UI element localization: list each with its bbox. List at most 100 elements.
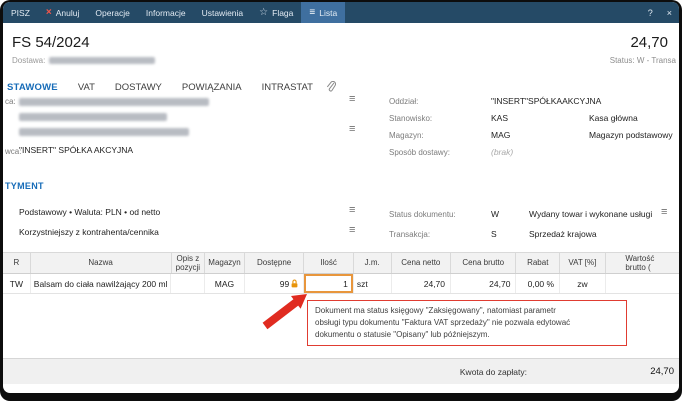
toolbar-cancel-button[interactable]: × Anuluj — [38, 2, 87, 23]
toolbar-information-label: Informacje — [146, 8, 186, 18]
cell-warehouse[interactable]: MAG — [205, 274, 245, 293]
help-button[interactable]: ? — [641, 2, 660, 23]
tab-podstawowe[interactable]: STAWOWE — [3, 82, 68, 93]
window-content: PISZ × Anuluj Operacje Informacje Ustawi… — [3, 2, 679, 393]
toolbar-save-button[interactable]: PISZ — [3, 2, 38, 23]
tooltip-line-2: obsługi typu dokumentu "Faktura VAT sprz… — [315, 317, 619, 329]
toolbar-list-button[interactable]: ≡ Lista — [301, 2, 345, 23]
cell-name[interactable]: Balsam do ciała nawilżający 200 ml — [31, 274, 172, 293]
customer-dropdown-icon[interactable]: ≡ — [349, 94, 355, 105]
document-status-code[interactable]: W — [491, 209, 499, 219]
column-header-description[interactable]: Opis z pozycji — [172, 253, 206, 273]
available-value: 99 — [280, 279, 289, 289]
cell-description[interactable] — [171, 274, 205, 293]
document-status: Status: W - Transa — [610, 56, 676, 65]
footer-bar: Kwota do zapłaty: 24,70 — [3, 358, 679, 384]
transaction-code[interactable]: S — [491, 229, 497, 239]
amount-due-label: Kwota do zapłaty: — [460, 367, 527, 377]
column-header-vat[interactable]: VAT [%] — [560, 253, 606, 273]
cell-net-price[interactable]: 24,70 — [392, 274, 451, 293]
toolbar-operations-menu[interactable]: Operacje — [87, 2, 138, 23]
lock-icon — [291, 279, 298, 288]
customer-label: ca: — [5, 97, 16, 106]
toolbar-save-label: PISZ — [11, 8, 30, 18]
toolbar-operations-label: Operacje — [95, 8, 130, 18]
flag-star-icon: ☆ — [259, 7, 268, 18]
address-field-redacted[interactable] — [19, 113, 167, 121]
annotation-arrow — [259, 292, 311, 334]
close-icon: × — [667, 8, 672, 18]
toolbar-information-menu[interactable]: Informacje — [138, 2, 194, 23]
document-title: FS 54/2024 — [12, 34, 90, 51]
cancel-x-icon: × — [46, 7, 52, 18]
quantity-value: 1 — [343, 279, 348, 289]
warehouse-name[interactable]: Magazyn podstawowy — [589, 130, 673, 140]
delivery-label: Dostawa: — [12, 56, 45, 65]
section-title-asortyment: TYMENT — [5, 181, 44, 191]
list-icon: ≡ — [309, 7, 315, 18]
pricing-dropdown[interactable]: Podstawowy • Waluta: PLN • od netto — [19, 207, 160, 217]
column-header-unit[interactable]: J.m. — [354, 253, 392, 273]
tab-powiazania[interactable]: POWIĄZANIA — [172, 82, 252, 93]
toolbar-settings-menu[interactable]: Ustawienia — [194, 2, 252, 23]
column-header-quantity[interactable]: Ilość — [304, 253, 354, 273]
document-header: FS 54/2024 24,70 Dostawa: Status: W - Tr… — [3, 23, 679, 78]
branch-value[interactable]: "INSERT"SPÓŁKAAKCYJNA — [491, 96, 601, 106]
delivery-method-value[interactable]: (brak) — [491, 147, 513, 157]
help-icon: ? — [648, 8, 653, 18]
column-header-available[interactable]: Dostępne — [245, 253, 304, 273]
cell-type[interactable]: TW — [3, 274, 31, 293]
amount-due-value: 24,70 — [650, 366, 674, 377]
app-window: PISZ × Anuluj Operacje Informacje Ustawi… — [0, 0, 682, 401]
transaction-label: Transakcja: — [389, 230, 430, 239]
delivery-value-redacted — [49, 57, 155, 64]
price-rule-dropdown-icon[interactable]: ≡ — [349, 225, 355, 236]
document-amount: 24,70 — [630, 34, 668, 51]
document-status-value[interactable]: Wydany towar i wykonane usługi — [529, 209, 652, 219]
station-label: Stanowisko: — [389, 114, 432, 123]
table-header-row: R Nazwa Opis z pozycji Magazyn Dostępne … — [3, 252, 679, 274]
cell-discount[interactable]: 0,00 % — [516, 274, 560, 293]
table-row[interactable]: TW Balsam do ciała nawilżający 200 ml MA… — [3, 274, 679, 294]
toolbar-list-label: Lista — [319, 8, 337, 18]
cell-available[interactable]: 99 — [245, 274, 304, 293]
price-rule-dropdown[interactable]: Korzystniejszy z kontrahenta/cennika — [19, 227, 159, 237]
cell-gross-price[interactable]: 24,70 — [451, 274, 516, 293]
column-header-name[interactable]: Nazwa — [31, 253, 172, 273]
city-field-redacted[interactable] — [19, 128, 189, 136]
column-header-type[interactable]: R — [3, 253, 31, 273]
column-header-net-price[interactable]: Cena netto — [392, 253, 451, 273]
pricing-dropdown-icon[interactable]: ≡ — [349, 205, 355, 216]
main-toolbar: PISZ × Anuluj Operacje Informacje Ustawi… — [3, 2, 679, 23]
tooltip-line-3: dokumentu o statusie "Opisany" lub późni… — [315, 329, 619, 341]
toolbar-settings-label: Ustawienia — [202, 8, 244, 18]
column-header-gross-price[interactable]: Cena brutto — [451, 253, 516, 273]
tooltip-line-1: Dokument ma status księgowy "Zaksięgowan… — [315, 305, 619, 317]
cell-vat[interactable]: zw — [560, 274, 606, 293]
station-code[interactable]: KAS — [491, 113, 508, 123]
toolbar-flag-button[interactable]: ☆ Flaga — [251, 2, 301, 23]
column-header-gross-value-label: Wartość brutto ( — [621, 254, 663, 272]
column-header-discount[interactable]: Rabat — [516, 253, 560, 273]
cell-unit[interactable]: szt — [354, 274, 392, 293]
column-header-warehouse[interactable]: Magazyn — [205, 253, 245, 273]
column-header-gross-value[interactable]: Wartość brutto ( — [606, 253, 679, 273]
seller-value[interactable]: "INSERT" SPÓŁKA AKCYJNA — [19, 145, 133, 155]
paperclip-icon[interactable] — [326, 81, 336, 93]
address-dropdown-icon[interactable]: ≡ — [349, 124, 355, 135]
tab-dostawy[interactable]: DOSTAWY — [105, 82, 172, 93]
station-name[interactable]: Kasa główna — [589, 113, 638, 123]
warehouse-code[interactable]: MAG — [491, 130, 510, 140]
transaction-value[interactable]: Sprzedaż krajowa — [529, 229, 597, 239]
tab-intrastat[interactable]: INTRASTAT — [252, 82, 323, 93]
cell-quantity[interactable]: 1 — [304, 274, 354, 293]
close-button[interactable]: × — [660, 2, 679, 23]
document-status-dropdown-icon[interactable]: ≡ — [661, 207, 667, 218]
items-table: R Nazwa Opis z pozycji Magazyn Dostępne … — [3, 252, 679, 294]
customer-field-redacted[interactable] — [19, 98, 209, 106]
cell-gross-value[interactable] — [606, 274, 679, 293]
tab-vat[interactable]: VAT — [68, 82, 105, 93]
branch-label: Oddział: — [389, 97, 418, 106]
tab-bar: STAWOWE VAT DOSTAWY POWIĄZANIA INTRASTAT — [3, 78, 679, 96]
toolbar-flag-label: Flaga — [272, 8, 293, 18]
